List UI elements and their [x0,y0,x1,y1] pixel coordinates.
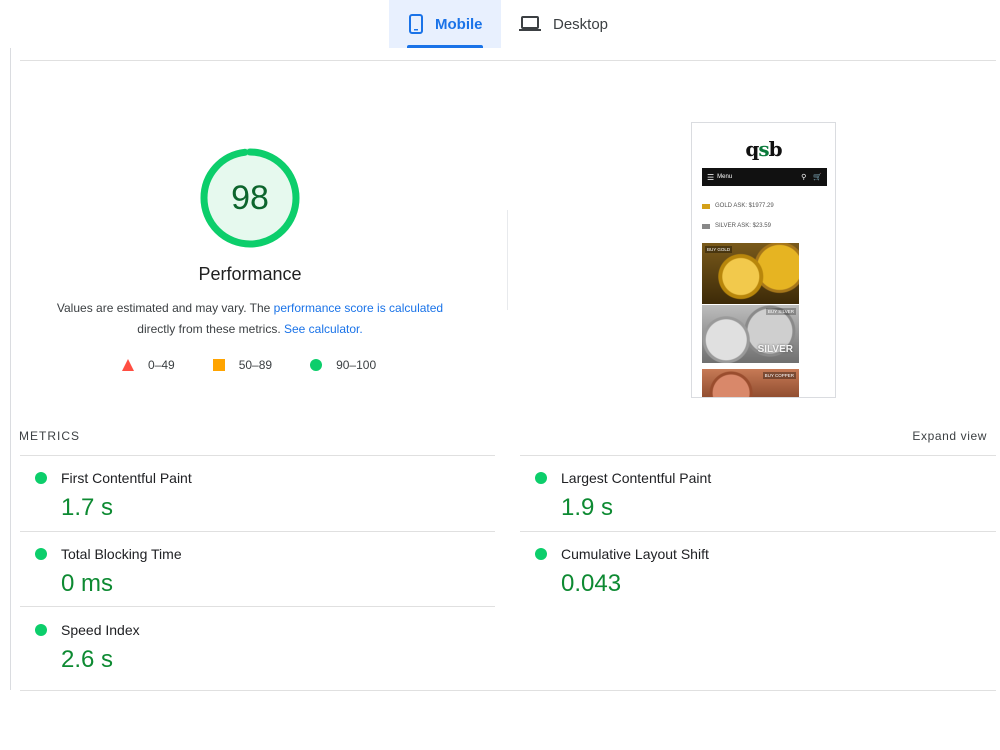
metric-value: 0.043 [561,570,622,597]
triangle-icon [122,359,134,371]
legend-item-pass: 90–100 [310,358,376,372]
cart-icon: 🛒 [813,174,822,181]
gauge-description: Values are estimated and may vary. The p… [40,298,460,340]
metric-value: 1.9 s [561,494,614,521]
pass-circle-icon [35,624,47,636]
metric-value: 0 ms [61,570,114,597]
tab-desktop-label: Desktop [553,15,609,33]
see-calculator-link[interactable]: See calculator. [284,322,363,336]
gold-coins-banner: BUY GOLD [702,243,799,304]
metric-label: Speed Index [61,622,140,638]
description-prefix: Values are estimated and may vary. The [56,301,274,315]
hamburger-icon: ☰ [707,172,715,182]
pass-circle-icon [535,548,547,560]
legend-item-fail: 0–49 [122,358,175,372]
menu-label: Menu [717,174,733,180]
metric-value: 1.7 s [61,494,114,521]
metrics-heading: METRICS [19,429,80,443]
metric-label: First Contentful Paint [61,470,192,486]
copper-coins-banner: BUY COPPER [702,369,799,397]
silver-bar-icon [702,223,710,229]
left-border [10,48,11,690]
pass-circle-icon [35,472,47,484]
smartphone-icon [409,14,423,34]
metric-label: Largest Contentful Paint [561,470,712,486]
performance-score-link[interactable]: performance score is calculated [274,301,443,315]
legend-item-average: 50–89 [212,358,273,372]
square-icon [212,359,225,371]
search-icon: ⚲ [801,174,807,181]
metrics-rule [20,455,495,456]
description-middle: directly from these metrics. [137,322,284,336]
laptop-icon [519,16,541,32]
metric-label: Cumulative Layout Shift [561,546,709,562]
metrics-rule [20,531,495,532]
silver-banner-text: SILVER [757,344,793,355]
pass-circle-icon [535,472,547,484]
legend-range-fail: 0–49 [148,358,175,372]
tab-mobile[interactable]: Mobile [389,0,501,48]
silver-ask-price: SILVER ASK: $23.59 [702,223,771,229]
expand-view-button[interactable]: Expand view [912,429,987,443]
silver-banner-tag: BUY SILVER [765,308,796,315]
metrics-rule [20,606,495,607]
gold-ask-price: GOLD ASK: $1977.29 [702,203,774,209]
tab-desktop[interactable]: Desktop [501,0,626,48]
gold-banner-tag: BUY GOLD [705,246,733,253]
metrics-rule [520,455,996,456]
legend-range-pass: 90–100 [336,358,377,372]
site-menubar: ☰ Menu ⚲ 🛒 [702,168,827,186]
circle-icon [310,359,323,371]
copper-banner-tag: BUY COPPER [762,372,796,379]
silver-coins-banner: BUY SILVER SILVER [702,305,799,363]
tab-mobile-label: Mobile [435,15,483,33]
top-divider [20,60,996,61]
metrics-bottom-rule [20,690,996,691]
vertical-divider [507,210,508,310]
metrics-rule [520,531,996,532]
metric-value: 2.6 s [61,646,114,673]
score-legend: 0–49 50–89 90–100 [122,358,376,372]
gold-bar-icon [702,203,710,209]
site-logo: qsb [745,137,782,161]
pass-circle-icon [35,548,47,560]
device-tabs: Mobile Desktop [389,0,626,48]
gauge-title: Performance [198,264,302,284]
page-screenshot: qsb ☰ Menu ⚲ 🛒 GOLD ASK: $1977.29 SILVER… [691,122,836,398]
metric-label: Total Blocking Time [61,546,182,562]
performance-score: 98 [231,179,269,217]
legend-range-average: 50–89 [238,358,273,372]
